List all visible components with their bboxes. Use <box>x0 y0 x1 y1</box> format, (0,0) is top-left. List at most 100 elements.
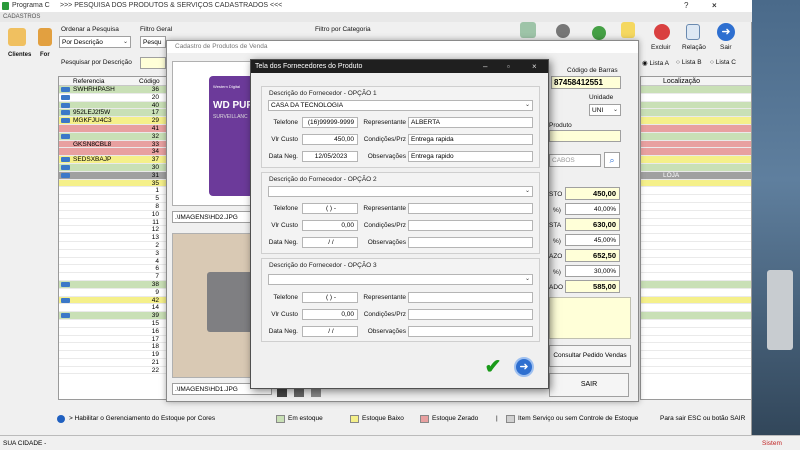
opcao-2-telefone[interactable]: ( ) - <box>302 203 358 214</box>
lista-b-radio[interactable]: ○ Lista B <box>676 59 702 66</box>
opcao-2-condicoes[interactable] <box>408 220 533 231</box>
table-row[interactable]: 30 <box>59 163 169 172</box>
table-row[interactable]: 6 <box>59 265 169 274</box>
table-row[interactable]: 14 <box>59 304 169 313</box>
ordenar-select[interactable]: Por Descrição ⌄ <box>59 36 131 48</box>
table-row[interactable]: 18 <box>59 343 169 352</box>
table-row[interactable]: 22 <box>59 366 169 375</box>
opcao-1-telefone[interactable]: (16)99999-9999 <box>302 117 358 128</box>
fornecedor-label[interactable]: For <box>40 52 50 58</box>
opcao-2-representante[interactable] <box>408 203 533 214</box>
right-table-row[interactable] <box>641 140 751 149</box>
opcao-1-descricao[interactable]: CASA DA TECNOLOGIA ⌄ <box>268 100 533 111</box>
right-table-row[interactable] <box>641 366 751 375</box>
right-table-row[interactable] <box>641 210 751 219</box>
table-row[interactable]: 15 <box>59 319 169 328</box>
table-row[interactable]: SWHRHPASH 36 <box>59 86 169 94</box>
table-row[interactable]: 5 <box>59 195 169 203</box>
right-table-row[interactable] <box>641 226 751 235</box>
opcao-2-descricao[interactable]: ⌄ <box>268 186 533 197</box>
relacao-label[interactable]: Relação <box>682 44 706 51</box>
table-row[interactable]: 38 <box>59 280 169 289</box>
lista-c-radio[interactable]: ○ Lista C <box>710 59 736 66</box>
table-row[interactable]: 7 <box>59 273 169 281</box>
habilitar-label[interactable]: > Habilitar o Gerenciamento do Estoque p… <box>69 413 215 425</box>
table-row[interactable]: 4 <box>59 257 169 266</box>
col-referencia[interactable]: Referencia <box>73 77 104 86</box>
add-icon[interactable] <box>592 26 606 40</box>
pct2-input[interactable]: 45,00% <box>565 234 620 246</box>
right-table-row[interactable] <box>641 163 751 172</box>
table-row[interactable]: 12 <box>59 226 169 235</box>
right-table-row[interactable] <box>641 327 751 336</box>
right-table-row[interactable] <box>641 179 751 188</box>
table-row[interactable]: 21 <box>59 358 169 367</box>
opcao-1-representante[interactable]: ALBERTA <box>408 117 533 128</box>
table-row[interactable]: 42 <box>59 296 169 305</box>
right-table-row[interactable] <box>641 257 751 266</box>
edit-icon[interactable] <box>621 22 635 38</box>
table-row[interactable]: 952LEJ2f5W 17 <box>59 109 169 118</box>
confirm-check-icon[interactable]: ✔ <box>482 357 504 377</box>
right-table-row[interactable] <box>641 358 751 367</box>
table-row[interactable]: GKSN8CBL8 33 <box>59 140 169 149</box>
table-row[interactable]: 32 <box>59 132 169 141</box>
products-grid[interactable]: Referencia Código SWHRHPASH 36 20 40 952LEJ2… <box>58 76 170 400</box>
right-table-row[interactable] <box>641 304 751 313</box>
right-table-row[interactable] <box>641 241 751 250</box>
col-localizacao[interactable]: Localização <box>663 78 700 85</box>
consultar-pedido-button[interactable]: Consultar Pedido Vendas <box>549 345 631 367</box>
table-row[interactable]: 35 <box>59 179 169 188</box>
obs-area[interactable] <box>549 297 631 339</box>
opcao-2-observacoes[interactable] <box>408 237 533 248</box>
opcao-3-telefone[interactable]: ( ) - <box>302 292 358 303</box>
opcao-1-condicoes[interactable]: Entrega rapida <box>408 134 533 145</box>
opcao-1-data-neg[interactable]: 12/05/2023 <box>302 151 358 162</box>
opcao-2-data-neg[interactable]: / / <box>302 237 358 248</box>
opcao-3-vlr-custo[interactable]: 0,00 <box>302 309 358 320</box>
excluir-icon[interactable] <box>654 24 670 40</box>
pct1-input[interactable]: 40,00% <box>565 203 620 215</box>
cabos-input[interactable]: CABOS <box>549 154 601 167</box>
right-table-row[interactable] <box>641 86 751 94</box>
table-row[interactable]: 9 <box>59 288 169 297</box>
right-table-row[interactable] <box>641 335 751 344</box>
table-row[interactable]: MGKFJU4C3 29 <box>59 117 169 125</box>
maximize-icon[interactable]: ▫ <box>507 60 510 73</box>
table-row[interactable]: 17 <box>59 335 169 344</box>
habilitar-radio[interactable] <box>57 415 65 423</box>
table-row[interactable]: 19 <box>59 351 169 359</box>
ado-input[interactable]: 585,00 <box>565 280 620 293</box>
excluir-label[interactable]: Excluir <box>651 44 671 51</box>
table-row[interactable]: SEDSXBAJP 37 <box>59 156 169 164</box>
right-table-row[interactable] <box>641 187 751 196</box>
filtro-geral-select[interactable]: Pesqu <box>140 36 166 48</box>
right-table-row[interactable] <box>641 280 751 289</box>
right-table-row[interactable] <box>641 132 751 141</box>
table-row[interactable]: 10 <box>59 210 169 219</box>
table-row[interactable]: 13 <box>59 234 169 242</box>
sair-icon[interactable]: ➜ <box>717 23 735 41</box>
right-table-row[interactable] <box>641 351 751 359</box>
table-row[interactable]: 3 <box>59 249 169 258</box>
close-icon[interactable]: × <box>712 0 717 12</box>
vista-input[interactable]: 630,00 <box>565 218 620 231</box>
opcao-3-condicoes[interactable] <box>408 309 533 320</box>
right-table-row[interactable] <box>641 93 751 102</box>
right-table-row[interactable] <box>641 156 751 164</box>
exit-arrow-icon[interactable]: ➜ <box>514 357 534 377</box>
opcao-3-observacoes[interactable] <box>408 326 533 337</box>
opcao-3-data-neg[interactable]: / / <box>302 326 358 337</box>
unidade-select[interactable]: UNI ⌄ <box>589 104 621 116</box>
right-table-row[interactable] <box>641 319 751 328</box>
table-row[interactable]: 1 <box>59 187 169 196</box>
opcao-1-observacoes[interactable]: Entrega rapido <box>408 151 533 162</box>
right-table-row[interactable] <box>641 109 751 118</box>
right-table-row[interactable]: LOJA <box>641 171 751 180</box>
right-table-row[interactable] <box>641 343 751 352</box>
right-table-row[interactable] <box>641 202 751 211</box>
right-table-row[interactable] <box>641 312 751 320</box>
opcao-1-vlr-custo[interactable]: 450,00 <box>302 134 358 145</box>
table-row[interactable]: 8 <box>59 202 169 211</box>
produto-input[interactable] <box>549 130 621 142</box>
